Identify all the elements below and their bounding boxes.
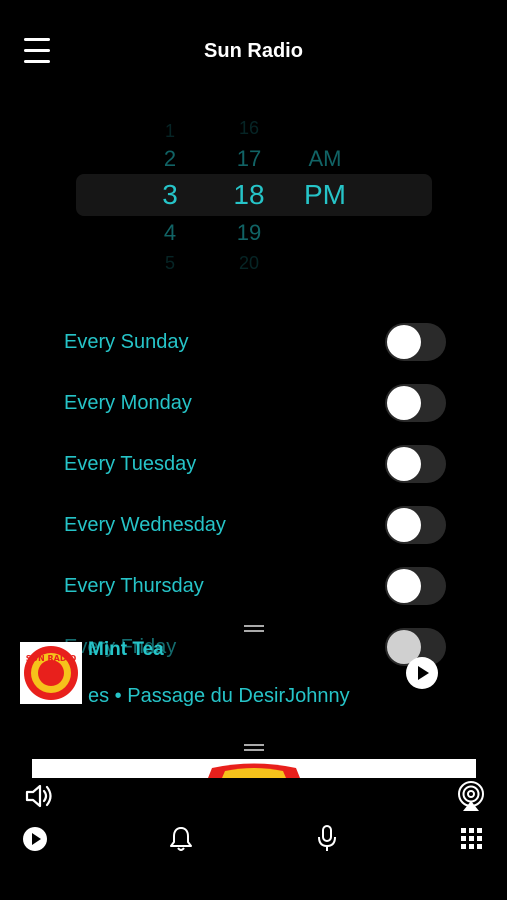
logo-text-top: SUN RADIO xyxy=(26,654,77,663)
picker-minute-selected[interactable]: 18 xyxy=(219,179,279,211)
toggle-tuesday[interactable] xyxy=(385,445,446,483)
toggle-monday[interactable] xyxy=(385,384,446,422)
picker-hour[interactable]: 2 xyxy=(140,146,200,172)
picker-minute[interactable]: 19 xyxy=(219,220,279,246)
picker-period-selected[interactable]: PM xyxy=(295,179,355,211)
picker-hour-selected[interactable]: 3 xyxy=(140,179,200,211)
track-subtitle: es • Passage du DesirJohnny Hallyday xyxy=(88,685,353,707)
microphone-icon[interactable] xyxy=(316,825,338,853)
picker-hour[interactable]: 1 xyxy=(140,121,200,142)
page-title: Sun Radio xyxy=(204,40,303,62)
picker-minute[interactable]: 17 xyxy=(219,146,279,172)
day-label-sunday: Every Sunday xyxy=(64,331,189,353)
track-title: Mint Tea xyxy=(88,639,164,660)
toggle-sunday[interactable] xyxy=(385,323,446,361)
drag-handle[interactable] xyxy=(244,625,264,633)
picker-period[interactable]: AM xyxy=(295,146,355,172)
day-label-tuesday: Every Tuesday xyxy=(64,453,197,475)
toggle-wednesday[interactable] xyxy=(385,506,446,544)
bell-icon[interactable] xyxy=(170,826,192,852)
ad-banner[interactable] xyxy=(32,759,476,778)
play-icon[interactable] xyxy=(23,827,47,851)
day-label-wednesday: Every Wednesday xyxy=(64,514,226,536)
picker-hour[interactable]: 4 xyxy=(140,220,200,246)
picker-minute[interactable]: 20 xyxy=(219,253,279,274)
toggle-thursday[interactable] xyxy=(385,567,446,605)
day-label-thursday: Every Thursday xyxy=(64,575,204,597)
volume-icon[interactable] xyxy=(24,782,54,810)
station-logo: SUN RADIO xyxy=(20,642,82,704)
grid-icon[interactable] xyxy=(461,828,483,850)
play-icon[interactable] xyxy=(406,657,438,689)
day-label-monday: Every Monday xyxy=(64,392,192,414)
picker-minute[interactable]: 16 xyxy=(219,118,279,139)
airplay-icon[interactable] xyxy=(455,781,487,813)
picker-hour[interactable]: 5 xyxy=(140,253,200,274)
drag-handle[interactable] xyxy=(244,744,264,752)
